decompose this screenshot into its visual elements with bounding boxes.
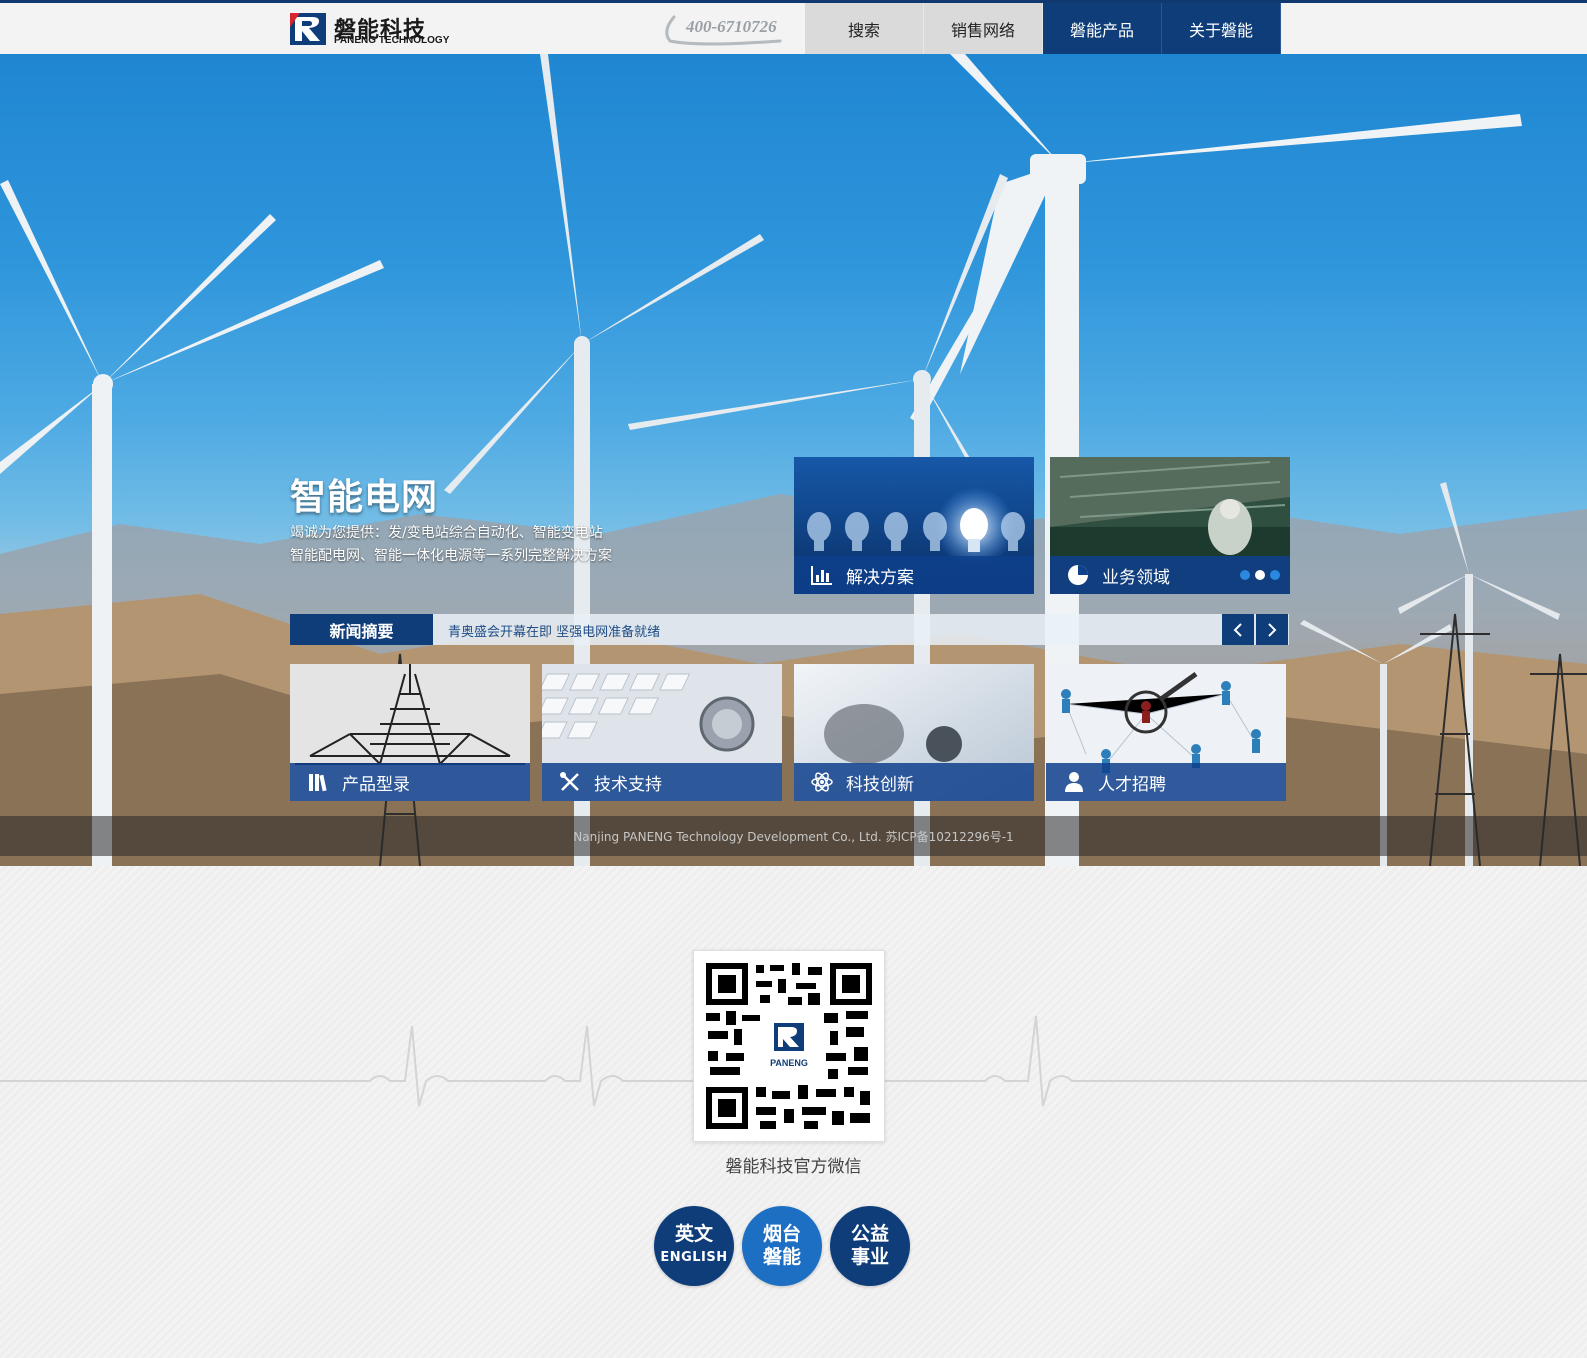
top-header: 磐能科技 PANENG TECHNOLOGY 400-6710726 搜索 销售… <box>0 0 1587 54</box>
nav-about[interactable]: 关于磐能 <box>1162 3 1281 54</box>
chevron-right-icon <box>1268 622 1277 637</box>
public-welfare-button[interactable]: 公益 事业 <box>830 1206 910 1286</box>
qr-code-icon: PANENG <box>704 961 874 1131</box>
card-solutions-label: 解决方案 <box>846 567 914 588</box>
english-button-line1: 英文 <box>674 1223 713 1245</box>
tile-support-label: 技术支持 <box>594 774 662 795</box>
nav-sales-network[interactable]: 销售网络 <box>924 3 1043 54</box>
books-icon <box>307 771 329 793</box>
qr-logo-text: PANENG <box>770 1058 808 1068</box>
hotline-number: 400-6710726 <box>686 17 777 36</box>
card-business-areas[interactable]: 业务领域 <box>1050 457 1290 594</box>
card-solutions-bar: 解决方案 <box>794 556 1034 594</box>
nav-products[interactable]: 磐能产品 <box>1043 3 1162 54</box>
yantai-button-line2: 磐能 <box>762 1246 801 1268</box>
hero-subtitle-line-2: 智能配电网、智能一体化电源等一系列完整解决方案 <box>290 548 612 564</box>
carousel-dot-active[interactable] <box>1255 570 1265 580</box>
hero-banner: 智能电网 竭诚为您提供：发/变电站综合自动化、智能变电站 智能配电网、智能一体化… <box>0 54 1587 866</box>
logo-mark-icon <box>290 13 326 45</box>
tile-product-catalog[interactable]: 产品型录 <box>290 664 530 801</box>
yantai-button-line1: 烟台 <box>762 1223 801 1245</box>
news-next-button[interactable] <box>1256 614 1288 645</box>
company-logo[interactable]: 磐能科技 PANENG TECHNOLOGY <box>290 13 460 47</box>
atom-icon <box>811 771 833 793</box>
news-prev-button[interactable] <box>1222 614 1254 645</box>
tile-innovation[interactable]: 科技创新 <box>794 664 1034 801</box>
tile-product-bar: 产品型录 <box>290 763 530 801</box>
card-business-bar: 业务领域 <box>1050 556 1290 594</box>
english-site-button[interactable]: 英文 ENGLISH <box>654 1206 734 1286</box>
carousel-dots <box>1240 570 1280 580</box>
hero-subtitle-line-1: 竭诚为您提供：发/变电站综合自动化、智能变电站 <box>290 525 603 541</box>
hero-title: 智能电网 <box>290 477 439 518</box>
person-icon <box>1063 771 1085 793</box>
tile-tech-support[interactable]: 技术支持 <box>542 664 782 801</box>
lower-section: PANENG 磐能科技官方微信 英文 ENGLISH 烟台 磐能 公益 事业 <box>0 866 1587 1358</box>
bar-chart-icon <box>811 564 833 586</box>
news-headline[interactable]: 青奥盛会开幕在即 坚强电网准备就绪 <box>448 621 660 640</box>
tile-support-bar: 技术支持 <box>542 763 782 801</box>
card-solutions[interactable]: 解决方案 <box>794 457 1034 594</box>
copyright-text: Nanjing PANENG Technology Development Co… <box>573 830 1014 844</box>
tile-product-label: 产品型录 <box>342 774 410 795</box>
news-ticker: 新闻摘要 青奥盛会开幕在即 坚强电网准备就绪 <box>290 614 1289 645</box>
hotline: 400-6710726 <box>660 11 790 47</box>
nav-search[interactable]: 搜索 <box>805 3 924 54</box>
tile-careers-bar: 人才招聘 <box>1046 763 1286 801</box>
qr-caption: 磐能科技官方微信 <box>725 1157 862 1177</box>
main-nav: 搜索 销售网络 磐能产品 关于磐能 <box>805 3 1281 54</box>
english-button-line2: ENGLISH <box>660 1250 728 1265</box>
pie-chart-icon <box>1067 564 1089 586</box>
tile-careers[interactable]: 人才招聘 <box>1046 664 1286 801</box>
tile-careers-label: 人才招聘 <box>1098 774 1166 795</box>
tools-icon <box>559 771 581 793</box>
welfare-button-line1: 公益 <box>850 1223 889 1245</box>
logo-english-name: PANENG TECHNOLOGY <box>334 35 450 46</box>
yantai-paneng-button[interactable]: 烟台 磐能 <box>742 1206 822 1286</box>
card-business-label: 业务领域 <box>1102 567 1170 588</box>
tile-innovation-bar: 科技创新 <box>794 763 1034 801</box>
carousel-dot[interactable] <box>1270 570 1280 580</box>
news-label: 新闻摘要 <box>290 614 433 645</box>
carousel-dot[interactable] <box>1240 570 1250 580</box>
welfare-button-line2: 事业 <box>850 1246 889 1268</box>
copyright-strip: Nanjing PANENG Technology Development Co… <box>0 816 1587 856</box>
tile-innovation-label: 科技创新 <box>846 774 914 795</box>
chevron-left-icon <box>1233 622 1242 637</box>
wechat-qr-code: PANENG <box>693 950 885 1142</box>
